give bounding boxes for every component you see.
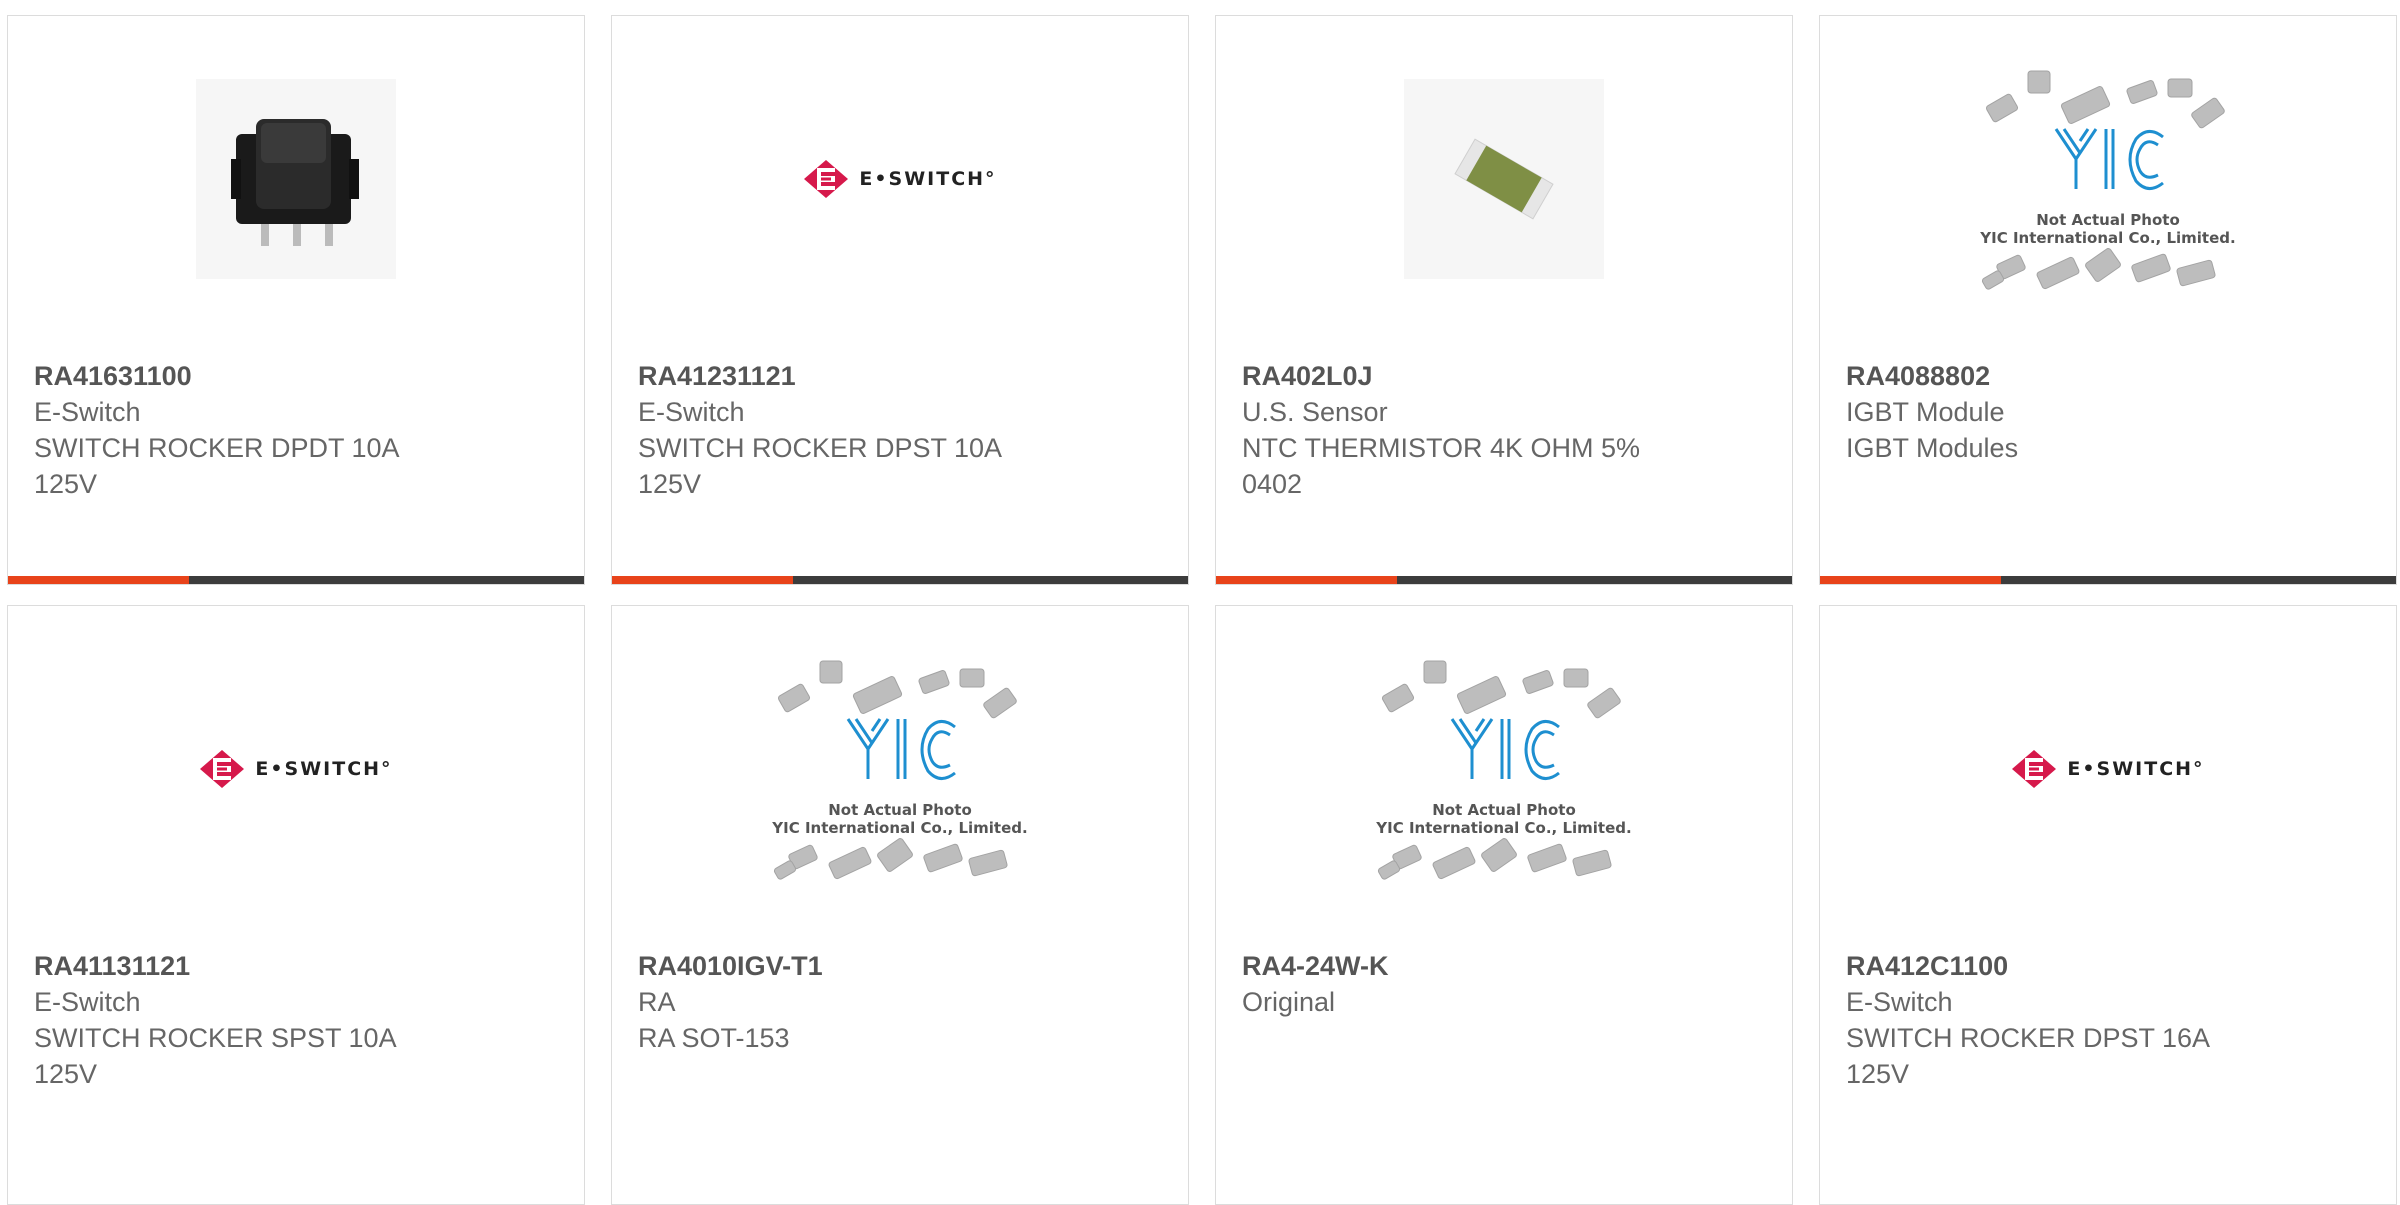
eswitch-diamond-icon xyxy=(200,749,245,788)
card-accent-bar xyxy=(1820,576,2002,584)
product-image[interactable]: E•SWITCH° xyxy=(612,76,1188,281)
yic-caption-line1: Not Actual Photo xyxy=(1432,800,1576,819)
manufacturer: U.S. Sensor xyxy=(1242,397,1388,427)
manufacturer: RA xyxy=(638,987,676,1017)
yic-not-actual-photo: Not Actual Photo YIC International Co., … xyxy=(1968,59,2248,299)
yic-caption: Not Actual Photo YIC International Co., … xyxy=(760,801,1040,837)
part-number[interactable]: RA41631100 xyxy=(34,358,454,394)
description: SWITCH ROCKER DPST 10A 125V xyxy=(638,433,1001,499)
product-info: RA41631100 E-Switch SWITCH ROCKER DPDT 1… xyxy=(34,358,454,502)
yic-caption-line1: Not Actual Photo xyxy=(828,800,972,819)
description: SWITCH ROCKER DPST 16A 125V xyxy=(1846,1023,2209,1089)
eswitch-logo: E•SWITCH° xyxy=(2011,749,2204,789)
yic-caption-line2: YIC International Co., Limited. xyxy=(1980,228,2236,247)
product-image[interactable]: Not Actual Photo YIC International Co., … xyxy=(1820,70,2396,290)
yic-caption-line2: YIC International Co., Limited. xyxy=(1376,818,1632,837)
part-number[interactable]: RA4010IGV-T1 xyxy=(638,948,1058,984)
part-number[interactable]: RA4-24W-K xyxy=(1242,948,1662,984)
product-card[interactable]: RA402L0J U.S. Sensor NTC THERMISTOR 4K O… xyxy=(1215,15,1793,585)
product-info: RA402L0J U.S. Sensor NTC THERMISTOR 4K O… xyxy=(1242,358,1662,502)
eswitch-logo: E•SWITCH° xyxy=(199,749,392,789)
product-image[interactable]: Not Actual Photo YIC International Co., … xyxy=(1216,660,1792,880)
card-bottom-bar xyxy=(1820,576,2396,584)
manufacturer: E-Switch xyxy=(34,397,141,427)
eswitch-logo-text: E•SWITCH° xyxy=(859,167,997,190)
card-bottom-bar xyxy=(1216,576,1792,584)
part-number[interactable]: RA41131121 xyxy=(34,948,454,984)
product-card[interactable]: Not Actual Photo YIC International Co., … xyxy=(611,605,1189,1205)
yic-caption: Not Actual Photo YIC International Co., … xyxy=(1364,801,1644,837)
product-info: RA4-24W-K Original xyxy=(1242,948,1662,1020)
thermistor-photo xyxy=(1404,78,1604,279)
product-info: RA41131121 E-Switch SWITCH ROCKER SPST 1… xyxy=(34,948,454,1092)
product-info: RA4088802 IGBT Module IGBT Modules xyxy=(1846,358,2266,466)
product-grid: RA41631100 E-Switch SWITCH ROCKER DPDT 1… xyxy=(0,0,2400,1205)
card-accent-bar xyxy=(612,576,794,584)
description: IGBT Modules xyxy=(1846,433,2019,463)
product-image[interactable]: Not Actual Photo YIC International Co., … xyxy=(612,660,1188,880)
product-image[interactable]: E•SWITCH° xyxy=(1820,666,2396,871)
product-card[interactable]: E•SWITCH° RA412C1100 E-Switch SWITCH ROC… xyxy=(1819,605,2397,1205)
description: SWITCH ROCKER DPDT 10A 125V xyxy=(34,433,399,499)
product-image[interactable] xyxy=(1216,76,1792,281)
product-info: RA412C1100 E-Switch SWITCH ROCKER DPST 1… xyxy=(1846,948,2266,1092)
eswitch-logo: E•SWITCH° xyxy=(803,159,996,199)
product-card[interactable]: RA41631100 E-Switch SWITCH ROCKER DPDT 1… xyxy=(7,15,585,585)
rocker-switch-photo xyxy=(196,78,396,279)
eswitch-diamond-icon xyxy=(804,159,849,198)
yic-caption: Not Actual Photo YIC International Co., … xyxy=(1968,211,2248,247)
product-card[interactable]: Not Actual Photo YIC International Co., … xyxy=(1215,605,1793,1205)
part-number[interactable]: RA41231121 xyxy=(638,358,1058,394)
yic-not-actual-photo: Not Actual Photo YIC International Co., … xyxy=(760,649,1040,889)
card-accent-bar xyxy=(8,576,190,584)
yic-caption-line2: YIC International Co., Limited. xyxy=(772,818,1028,837)
product-info: RA4010IGV-T1 RA RA SOT-153 xyxy=(638,948,1058,1056)
manufacturer: E-Switch xyxy=(1846,987,1953,1017)
eswitch-diamond-icon xyxy=(2012,749,2057,788)
card-accent-bar xyxy=(1216,576,1398,584)
description: NTC THERMISTOR 4K OHM 5% 0402 xyxy=(1242,433,1641,499)
description: SWITCH ROCKER SPST 10A 125V xyxy=(34,1023,396,1089)
yic-not-actual-photo: Not Actual Photo YIC International Co., … xyxy=(1364,649,1644,889)
card-bottom-bar xyxy=(8,576,584,584)
part-number[interactable]: RA4088802 xyxy=(1846,358,2266,394)
description: RA SOT-153 xyxy=(638,1023,790,1053)
manufacturer: E-Switch xyxy=(638,397,745,427)
product-card[interactable]: E•SWITCH° RA41131121 E-Switch SWITCH ROC… xyxy=(7,605,585,1205)
product-card[interactable]: E•SWITCH° RA41231121 E-Switch SWITCH ROC… xyxy=(611,15,1189,585)
card-bottom-bar xyxy=(612,576,1188,584)
part-number[interactable]: RA412C1100 xyxy=(1846,948,2266,984)
product-info: RA41231121 E-Switch SWITCH ROCKER DPST 1… xyxy=(638,358,1058,502)
manufacturer: E-Switch xyxy=(34,987,141,1017)
part-number[interactable]: RA402L0J xyxy=(1242,358,1662,394)
yic-caption-line1: Not Actual Photo xyxy=(2036,210,2180,229)
product-image[interactable]: E•SWITCH° xyxy=(8,666,584,871)
manufacturer: Original xyxy=(1242,987,1336,1017)
product-card[interactable]: Not Actual Photo YIC International Co., … xyxy=(1819,15,2397,585)
product-image[interactable] xyxy=(8,76,584,281)
eswitch-logo-text: E•SWITCH° xyxy=(2067,757,2205,780)
eswitch-logo-text: E•SWITCH° xyxy=(255,757,393,780)
manufacturer: IGBT Module xyxy=(1846,397,2005,427)
